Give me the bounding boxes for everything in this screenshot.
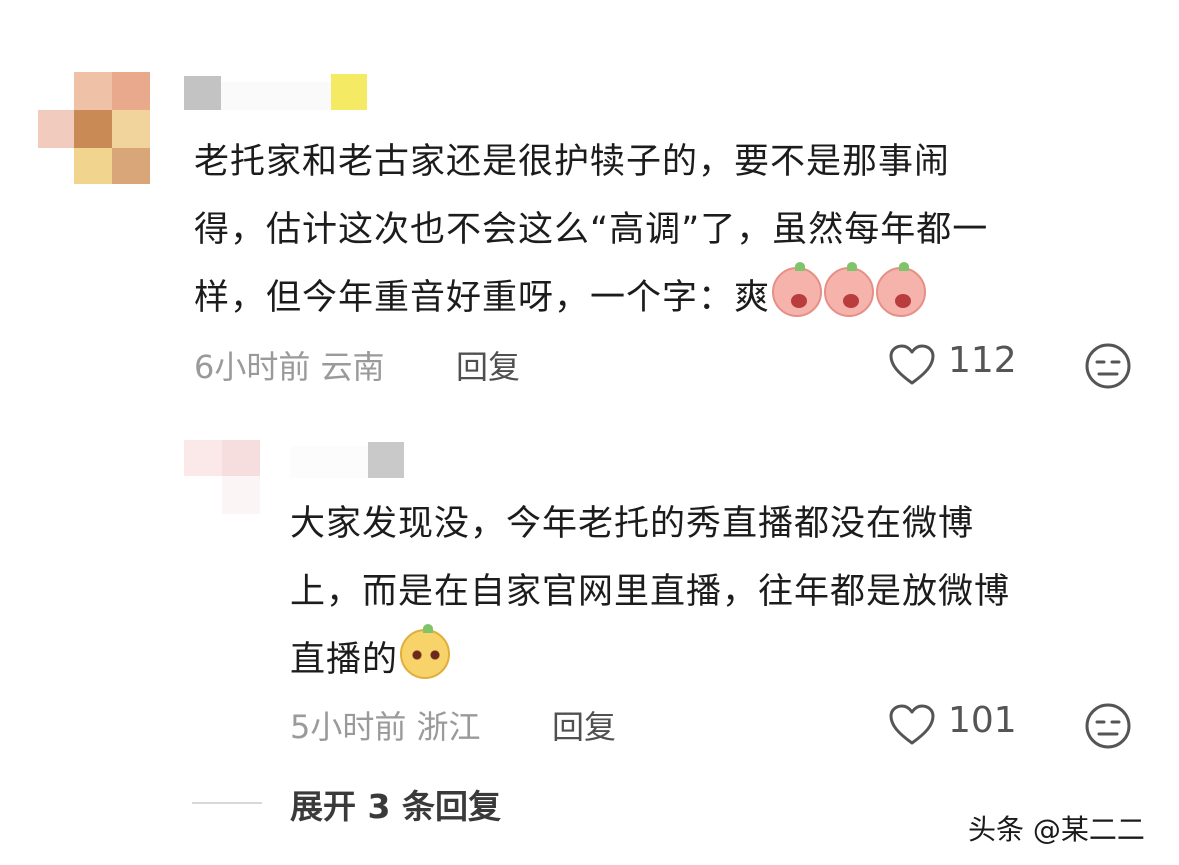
expand-divider	[192, 802, 262, 804]
like-button[interactable]: 112	[888, 340, 1028, 390]
dislike-button[interactable]	[1084, 702, 1132, 750]
reply-button[interactable]: 回复	[552, 702, 616, 748]
username[interactable]	[184, 72, 374, 112]
expand-replies-button[interactable]: 展开 3 条回复	[290, 780, 501, 828]
heart-icon	[889, 704, 935, 745]
shocked-face-emoji	[876, 262, 927, 317]
heart-icon	[889, 344, 935, 385]
username[interactable]	[290, 440, 406, 480]
shocked-face-emoji	[772, 262, 823, 317]
shocked-face-emoji	[824, 262, 875, 317]
meh-face-icon	[1085, 703, 1131, 749]
meh-face-icon	[1085, 343, 1131, 389]
watermark: 头条 @某二二	[968, 813, 1145, 846]
comment-text: 老托家和老古家还是很护犊子的，要不是那事闹 得，估计这次也不会这么“高调”了，虽…	[194, 142, 989, 318]
like-button[interactable]: 101	[888, 700, 1028, 750]
comment-time: 6小时前 云南	[194, 348, 385, 386]
reply-button[interactable]: 回复	[456, 342, 520, 388]
comment-time: 5小时前 浙江	[290, 708, 481, 746]
comment-location: 浙江	[416, 708, 481, 746]
comment-text: 大家发现没，今年老托的秀直播都没在微博 上，而是在自家官网里直播，往年都是放微博…	[290, 504, 1011, 680]
avatar[interactable]	[184, 440, 260, 516]
comment-location: 云南	[320, 348, 385, 386]
dislike-button[interactable]	[1084, 342, 1132, 390]
like-count: 101	[948, 700, 1017, 741]
sly-face-emoji	[400, 624, 451, 679]
avatar[interactable]	[38, 72, 150, 184]
like-count: 112	[948, 340, 1017, 381]
